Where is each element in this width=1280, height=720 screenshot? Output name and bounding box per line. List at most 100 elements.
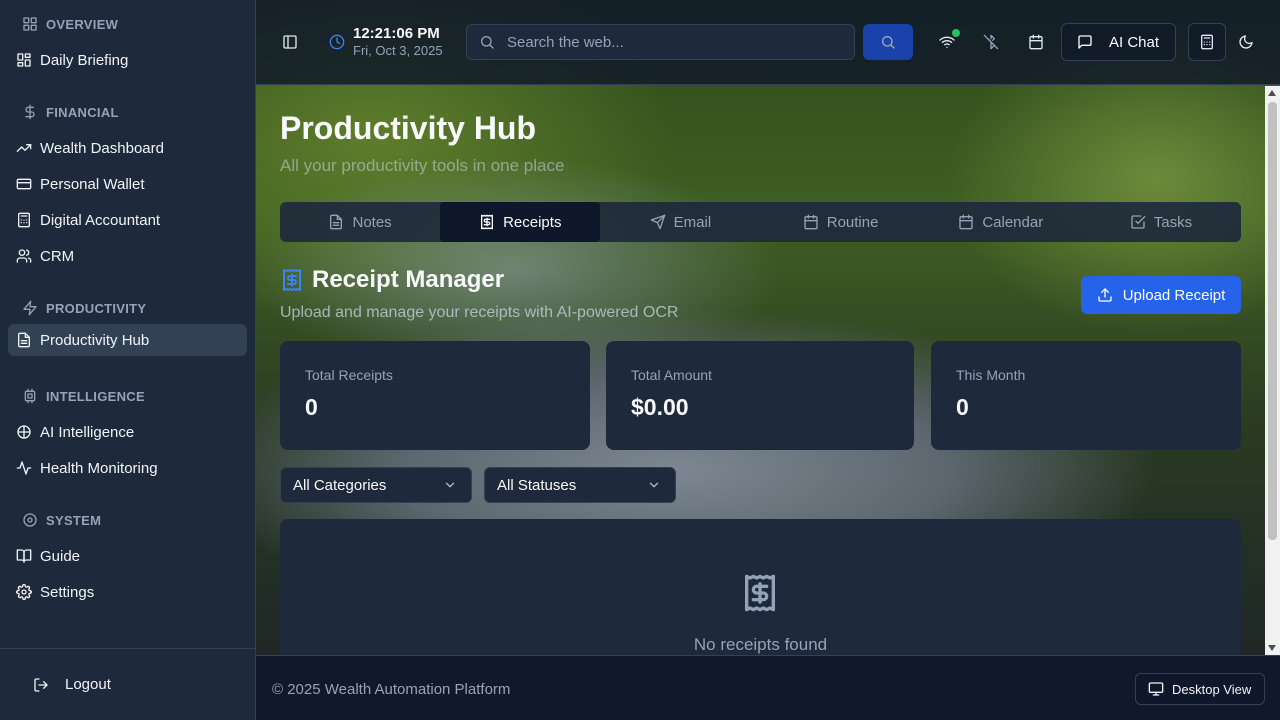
scrollbar-thumb[interactable]	[1268, 102, 1277, 540]
tab-label: Tasks	[1153, 213, 1193, 231]
tab-email[interactable]: Email	[600, 202, 760, 242]
search-input[interactable]	[507, 33, 827, 51]
tab-receipts[interactable]: Receipts	[440, 202, 601, 242]
desktop-view-label: Desktop View	[1172, 681, 1252, 697]
dollar-icon	[22, 104, 38, 120]
sidebar-item-health-monitoring[interactable]: Health Monitoring	[8, 452, 247, 484]
scroll-down-arrow[interactable]	[1268, 645, 1276, 651]
tab-calendar[interactable]: Calendar	[921, 202, 1081, 242]
receipt-icon	[280, 268, 304, 292]
calculator-icon	[1199, 34, 1215, 50]
receipt-icon	[479, 214, 495, 230]
ai-chat-button[interactable]: AI Chat	[1061, 23, 1176, 61]
search-submit-button[interactable]	[863, 24, 913, 60]
sidebar-item-label: CRM	[40, 247, 75, 265]
logout-label: Logout	[65, 676, 111, 693]
clock-date: Fri, Oct 3, 2025	[353, 43, 443, 58]
trending-up-icon	[16, 140, 32, 156]
sidebar-item-label: Digital Accountant	[40, 211, 161, 229]
theme-toggle-button[interactable]	[1237, 33, 1255, 51]
receipt-manager-subtitle: Upload and manage your receipts with AI-…	[280, 304, 679, 321]
users-icon	[16, 248, 32, 264]
footer: © 2025 Wealth Automation Platform Deskto…	[256, 655, 1280, 720]
stat-label: Total Receipts	[305, 367, 393, 383]
calendar-button[interactable]	[1027, 33, 1045, 51]
sidebar-item-wealth-dashboard[interactable]: Wealth Dashboard	[8, 132, 247, 164]
wallet-icon	[16, 176, 32, 192]
wifi-icon	[939, 34, 955, 50]
logout-button[interactable]: Logout	[33, 676, 111, 693]
bluetooth-off-icon	[983, 34, 999, 50]
page-title: Productivity Hub	[280, 110, 537, 146]
sidebar-item-personal-wallet[interactable]: Personal Wallet	[8, 168, 247, 200]
cpu-icon	[22, 388, 38, 404]
sidebar-item-digital-accountant[interactable]: Digital Accountant	[8, 204, 247, 236]
section-header-intelligence: INTELLIGENCE	[8, 386, 247, 406]
sidebar-item-settings[interactable]: Settings	[8, 576, 247, 608]
stat-label: This Month	[956, 367, 1026, 383]
calendar-icon	[958, 214, 974, 230]
zap-icon	[22, 300, 38, 316]
section-header-financial: FINANCIAL	[8, 102, 247, 122]
stat-value: 0	[305, 394, 318, 420]
logout-icon	[33, 677, 49, 693]
calendar-icon	[1028, 34, 1044, 50]
bluetooth-off-button[interactable]	[982, 33, 1000, 51]
receipt-manager-title: Receipt Manager	[280, 266, 504, 294]
sidebar-item-daily-briefing[interactable]: Daily Briefing	[8, 44, 247, 76]
section-header-overview: OVERVIEW	[8, 14, 247, 34]
sidebar-footer: Logout	[0, 648, 255, 720]
category-filter-select[interactable]: All Categories	[280, 467, 472, 503]
clock-time: 12:21:06 PM	[353, 25, 440, 42]
tab-notes[interactable]: Notes	[280, 202, 440, 242]
clock-icon	[328, 33, 346, 51]
stat-card-total-receipts: Total Receipts 0	[280, 341, 590, 450]
upload-receipt-button[interactable]: Upload Receipt	[1081, 276, 1241, 314]
nav-section-intelligence: INTELLIGENCE AI Intelligence Health Moni…	[8, 386, 247, 484]
tab-tasks[interactable]: Tasks	[1081, 202, 1241, 242]
ai-chat-label: AI Chat	[1109, 33, 1160, 51]
tab-label: Calendar	[982, 213, 1044, 231]
stat-value: $0.00	[631, 394, 689, 420]
sidebar-item-label: Settings	[40, 583, 95, 601]
calendar-icon	[803, 214, 819, 230]
topbar: 12:21:06 PM Fri, Oct 3, 2025 AI Chat	[256, 0, 1280, 85]
content-scrollbar[interactable]	[1265, 86, 1280, 655]
sidebar-toggle-button[interactable]	[280, 32, 300, 52]
sidebar-item-crm[interactable]: CRM	[8, 240, 247, 272]
sidebar-item-productivity-hub[interactable]: Productivity Hub	[8, 324, 247, 356]
tab-bar: Notes Receipts Email Routine Calendar Ta…	[280, 202, 1241, 242]
empty-state-text: No receipts found	[693, 635, 828, 654]
status-filter-select[interactable]: All Statuses	[484, 467, 676, 503]
receipt-icon	[740, 569, 780, 617]
stat-card-total-amount: Total Amount $0.00	[606, 341, 914, 450]
upload-icon	[1097, 287, 1113, 303]
nav-section-system: SYSTEM Guide Settings	[8, 510, 247, 608]
chevron-down-icon	[443, 478, 457, 492]
send-icon	[650, 214, 666, 230]
sidebar-item-label: Personal Wallet	[40, 175, 145, 193]
tab-routine[interactable]: Routine	[761, 202, 921, 242]
nav-section-overview: OVERVIEW Daily Briefing	[8, 14, 247, 76]
book-icon	[16, 548, 32, 564]
dashboard-icon	[16, 52, 32, 68]
calculator-button[interactable]	[1188, 23, 1226, 61]
copyright-text: © 2025 Wealth Automation Platform	[272, 681, 511, 698]
gear-icon	[16, 584, 32, 600]
scroll-up-arrow[interactable]	[1268, 90, 1276, 96]
sidebar: OVERVIEW Daily Briefing FINANCIAL Wealth…	[0, 0, 256, 720]
tab-label: Receipts	[503, 213, 562, 231]
sidebar-item-ai-intelligence[interactable]: AI Intelligence	[8, 416, 247, 448]
settings-circle-icon	[22, 512, 38, 528]
sidebar-item-guide[interactable]: Guide	[8, 540, 247, 572]
desktop-view-button[interactable]: Desktop View	[1135, 673, 1265, 705]
search-icon	[880, 34, 896, 50]
sidebar-item-label: AI Intelligence	[40, 423, 135, 441]
section-header-system: SYSTEM	[8, 510, 247, 530]
stat-value: 0	[956, 394, 969, 420]
search-box	[466, 24, 855, 60]
nav-section-productivity: PRODUCTIVITY Productivity Hub	[8, 298, 247, 356]
nav-section-financial: FINANCIAL Wealth Dashboard Personal Wall…	[8, 102, 247, 272]
panel-left-icon	[282, 34, 298, 50]
section-title: FINANCIAL	[46, 104, 119, 120]
